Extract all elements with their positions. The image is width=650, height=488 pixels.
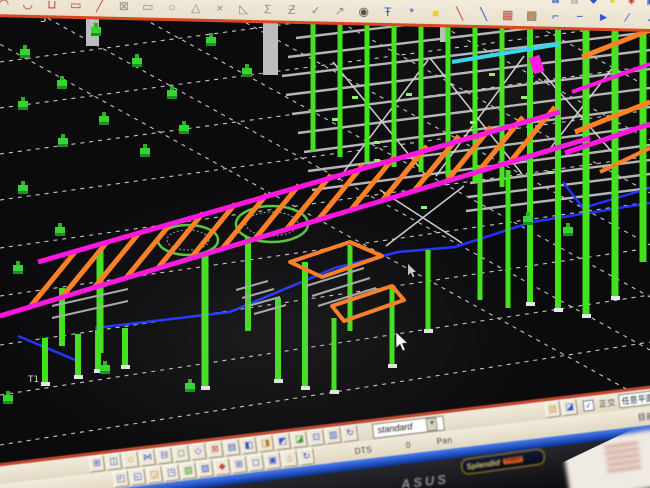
connection-corner2-icon[interactable]: ◪ [291,431,308,449]
ortho-label: 正交 [598,396,616,409]
component-blank-icon[interactable]: ◻ [248,454,265,472]
connection-box-icon[interactable]: ◻ [173,445,190,463]
connection-rotate-icon[interactable]: ↻ [342,425,359,443]
connection-dot-icon[interactable]: ⊡ [308,429,325,447]
component-plus-icon[interactable]: ⊞ [231,456,248,474]
view-list-icon[interactable]: ▥ [568,0,580,5]
connection-corner-icon[interactable]: ◩ [274,433,291,451]
save-mini-icon[interactable]: ▨ [544,401,561,419]
connection-rows-icon[interactable]: ▥ [325,427,342,445]
monitor-photo: 3 7 T1 ◠◡⊔▭╱⊠▭○△×◺ΣƵ✓↗◉Ŧ*■╲╲▦▩⌐−►∕←»| ▦▥… [0,0,650,488]
status-zero: 0 [405,440,411,450]
component-rotate-icon[interactable]: ↻ [298,448,315,466]
component-q4-icon[interactable]: ◳ [163,464,180,482]
sticker-brand-text: Splendid [466,458,501,472]
connection-base-icon[interactable]: ⌂ [122,451,139,469]
dim-arc2-tool[interactable]: ◡ [20,0,35,12]
yellow-swatch-icon[interactable]: ■ [606,0,618,6]
component-box-icon[interactable]: ▣ [264,452,281,470]
red-gem-icon[interactable]: ◈ [625,0,637,7]
connection-deck-icon[interactable]: ▤ [224,439,241,457]
triangle-tool[interactable]: △ [188,0,203,15]
view-grid-icon[interactable]: ▦ [549,0,561,5]
dim-arc-tool[interactable]: ◠ [0,0,11,11]
component-q2-icon[interactable]: ◱ [129,468,146,486]
status-pan: Pan [436,435,453,446]
section-tool[interactable]: Ƶ [284,3,299,18]
blue-pen-tool[interactable]: ╲ [476,7,491,22]
connection-half2-icon[interactable]: ◨ [257,435,274,453]
component-house-icon[interactable]: ⌂ [281,450,298,468]
monitor-brand-logo: ASUS [400,471,450,488]
phase-tool[interactable]: Ŧ [380,5,395,20]
snap-plane-dropdown[interactable]: 任意平面 ▾ [618,389,650,408]
component-hatch-icon[interactable]: ▧ [180,462,197,480]
snap-settings-tool[interactable]: * [404,5,419,20]
ortho-checkbox[interactable]: ✓ [582,399,594,411]
find-tool[interactable]: ◉ [356,4,371,19]
layers-mini-icon[interactable]: ◪ [561,399,578,417]
clip-plane-tool[interactable]: ⊠ [116,0,131,14]
flag-tool[interactable]: ► [596,10,611,25]
color-swatch-tool[interactable]: ■ [428,6,443,21]
connection-bolt-icon[interactable]: ⋈ [139,449,156,467]
connection-gusset-icon[interactable]: ◇ [190,443,207,461]
connection-clip-icon[interactable]: ◫ [105,453,122,471]
snap-plane-value: 任意平面 [621,392,650,407]
hook-tool[interactable]: ⌐ [548,9,563,24]
red-pen-tool[interactable]: ╲ [452,6,467,21]
component-q3-icon[interactable]: ◲ [146,466,163,484]
rect-tool[interactable]: ▭ [140,0,155,15]
selection-filter-value: standard [377,421,413,435]
grid-label-t1: T1 [28,375,39,385]
measure-arrow-tool[interactable]: ↗ [332,4,347,19]
desk-paper-print [604,442,641,472]
angle-tool[interactable]: ◺ [236,2,251,17]
status-dts: DTS [354,445,372,456]
sum-tool[interactable]: Σ [260,2,275,17]
component-q1-icon[interactable]: ◰ [113,470,130,488]
dash-tool[interactable]: − [572,9,587,24]
check-model-tool[interactable]: ✓ [308,3,323,18]
view-gem-icon[interactable]: ◆ [587,0,599,6]
brown-card-tool[interactable]: ▩ [524,8,539,23]
view-box-icon[interactable]: ▣ [644,0,650,7]
return-arrow-tool[interactable]: ← [644,11,650,26]
part-mark-tool[interactable]: ▭ [68,0,83,13]
component-gem-icon[interactable]: ◆ [214,458,231,476]
cross-tool[interactable]: × [212,1,227,16]
circle-tool[interactable]: ○ [164,0,179,15]
connection-half1-icon[interactable]: ◧ [240,437,257,455]
slash-tool[interactable]: ∕ [620,10,635,25]
red-card-tool[interactable]: ▦ [500,8,515,23]
combo-dropdown-icon[interactable]: ▾ [425,417,437,431]
component-hatch2-icon[interactable]: ▨ [197,460,214,478]
connection-splice-icon[interactable]: ⊟ [156,447,173,465]
connection-cross-icon[interactable]: ⊠ [207,441,224,459]
top-toolbar-secondary-row: ▦ ▥ ◆ ■ ◈ ▣ [549,0,650,7]
sticker-tag-text: Video [502,456,523,465]
connection-plate-icon[interactable]: ⊞ [89,455,106,473]
red-line-tool[interactable]: ╱ [92,0,107,14]
weld-mark-tool[interactable]: ⊔ [44,0,59,13]
